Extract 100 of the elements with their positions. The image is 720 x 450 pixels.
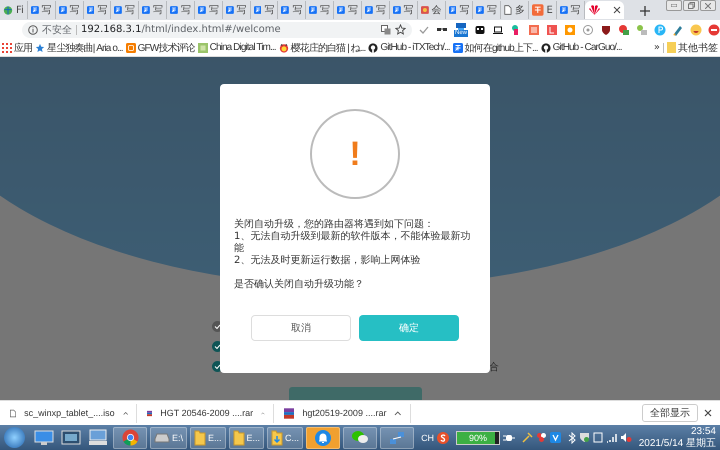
dialog-message: 关闭自动升级，您的路由器将遇到如下问题：: [234, 219, 435, 230]
bookmark[interactable]: China Digital Tim...: [198, 42, 276, 53]
computer-icon[interactable]: [88, 429, 108, 446]
browser-tab[interactable]: 写: [334, 1, 362, 19]
download-item[interactable]: hgt20519-2009 ....rar: [302, 408, 386, 418]
more-bookmarks-button[interactable]: »: [654, 42, 660, 53]
browser-tab[interactable]: 写: [56, 1, 84, 19]
signal-icon[interactable]: [606, 432, 617, 442]
browser-tab[interactable]: 写: [84, 1, 112, 19]
caret-icon[interactable]: [122, 410, 128, 416]
caret-icon[interactable]: [394, 410, 402, 416]
browser-tab[interactable]: 写: [139, 1, 168, 19]
other-bookmarks-folder[interactable]: 其他书签: [667, 40, 718, 54]
download-item[interactable]: HGT 20546-2009 ....rar: [160, 408, 254, 418]
bookmark[interactable]: GitHub - iTXTech/...: [368, 42, 450, 53]
browser-tab[interactable]: 写: [222, 1, 251, 19]
browser-tab[interactable]: 会: [418, 1, 446, 19]
browser-tab[interactable]: 写: [473, 1, 502, 19]
s-logo-icon[interactable]: [437, 432, 450, 444]
close-button[interactable]: [700, 0, 716, 11]
browser-tab[interactable]: Fi: [0, 1, 28, 19]
issue-item: 2、无法及时更新运行数据，影响上网体验: [234, 255, 422, 267]
taskbar-window[interactable]: E:\: [150, 426, 188, 448]
browser-tab[interactable]: 写: [194, 1, 223, 19]
volume-muted-icon[interactable]: [620, 432, 632, 443]
github-icon: [540, 42, 551, 52]
browser-tab[interactable]: 写: [28, 1, 56, 19]
address-bar[interactable]: 不安全 192.168.3.1/html/index.html#/welcome: [22, 22, 412, 38]
zhihu-icon: [142, 4, 150, 16]
browser-tab[interactable]: 多: [501, 1, 530, 19]
stop-icon[interactable]: [708, 24, 720, 36]
tool-icon[interactable]: [522, 432, 533, 443]
laptop-icon[interactable]: [492, 24, 504, 36]
browser-tab[interactable]: 写: [278, 1, 306, 19]
browser-tab[interactable]: 写: [446, 1, 474, 19]
globe-icon: [3, 4, 14, 16]
taskbar-window[interactable]: E...: [228, 426, 264, 448]
window-icon[interactable]: [61, 430, 81, 445]
monitor-icon[interactable]: [455, 22, 467, 30]
shield-icon[interactable]: [578, 432, 590, 443]
zhihu-icon: [337, 4, 345, 16]
archive-icon: [284, 408, 294, 418]
bookmark[interactable]: GitHub - CarGuo/...: [540, 42, 622, 53]
minimize-button[interactable]: [666, 0, 682, 11]
drive-icon: [154, 432, 170, 442]
star-icon[interactable]: [395, 24, 406, 35]
mask-icon[interactable]: [474, 24, 486, 36]
browser-tab[interactable]: 写: [250, 1, 278, 19]
bracket-icon[interactable]: [546, 24, 558, 36]
restore-button[interactable]: [683, 0, 699, 11]
clock-date[interactable]: 2021/5/14 星期五: [638, 438, 716, 450]
bookmark[interactable]: 应用: [2, 40, 32, 54]
shield-icon[interactable]: [600, 24, 612, 36]
zhihu-icon: [448, 4, 456, 16]
target-icon[interactable]: [582, 24, 594, 36]
device-icon[interactable]: [592, 432, 603, 443]
network-icon[interactable]: [389, 430, 406, 446]
close-icon[interactable]: [613, 6, 622, 14]
leaf-icon: [198, 42, 208, 52]
folder-icon: [194, 430, 206, 446]
browser-tab[interactable]: E: [529, 1, 557, 19]
bookmark[interactable]: GFW技术评论: [126, 40, 195, 54]
translate-icon[interactable]: [381, 24, 391, 34]
browser-tab[interactable]: 写: [362, 1, 390, 19]
news-icon[interactable]: [528, 24, 540, 36]
browser-tab[interactable]: 写: [306, 1, 334, 19]
browser-tab[interactable]: [584, 1, 624, 19]
url-text: 192.168.3.1/html/index.html#/welcome: [81, 24, 281, 35]
bookmark[interactable]: 樱花庄的白猫 | ね...: [278, 40, 366, 54]
zhihu-icon: [560, 4, 568, 16]
download-item[interactable]: sc_winxp_tablet_....iso: [24, 408, 115, 418]
chrome-icon[interactable]: [122, 429, 138, 446]
browser-tab[interactable]: 写: [111, 1, 140, 19]
bookmark[interactable]: 星尘独奏曲| Aria o...: [35, 40, 123, 54]
zhihu-icon: [254, 4, 262, 16]
browser-tab[interactable]: 写: [167, 1, 195, 19]
show-all-button[interactable]: 全部显示: [642, 404, 698, 422]
zhihu-icon: [198, 4, 206, 16]
smiley-icon[interactable]: [690, 24, 702, 36]
bluetooth-icon[interactable]: [568, 432, 576, 444]
plug-icon[interactable]: [503, 432, 516, 442]
pen-icon[interactable]: [672, 24, 684, 36]
bookmark[interactable]: 如何在github上下...: [452, 40, 538, 54]
cancel-button[interactable]: 取消: [251, 315, 351, 341]
start-button[interactable]: [4, 427, 25, 448]
taskbar-window[interactable]: E...: [190, 426, 226, 448]
browser-tab[interactable]: 写: [556, 1, 585, 19]
chat-bubbles-icon[interactable]: [351, 430, 370, 445]
zhihu-icon: [309, 4, 318, 16]
bell-icon[interactable]: [315, 430, 332, 446]
browser-tab[interactable]: 写: [390, 1, 418, 19]
close-icon[interactable]: [704, 409, 712, 417]
input-language[interactable]: CH: [421, 432, 434, 442]
taskbar-window[interactable]: C...: [267, 426, 304, 448]
zhihu-icon: [452, 42, 463, 52]
star-icon: [35, 42, 46, 52]
monitor-icon[interactable]: [34, 430, 54, 445]
v-logo-icon[interactable]: [550, 432, 561, 443]
info-icon: [28, 24, 38, 34]
clock-time[interactable]: 23:54: [690, 426, 716, 438]
